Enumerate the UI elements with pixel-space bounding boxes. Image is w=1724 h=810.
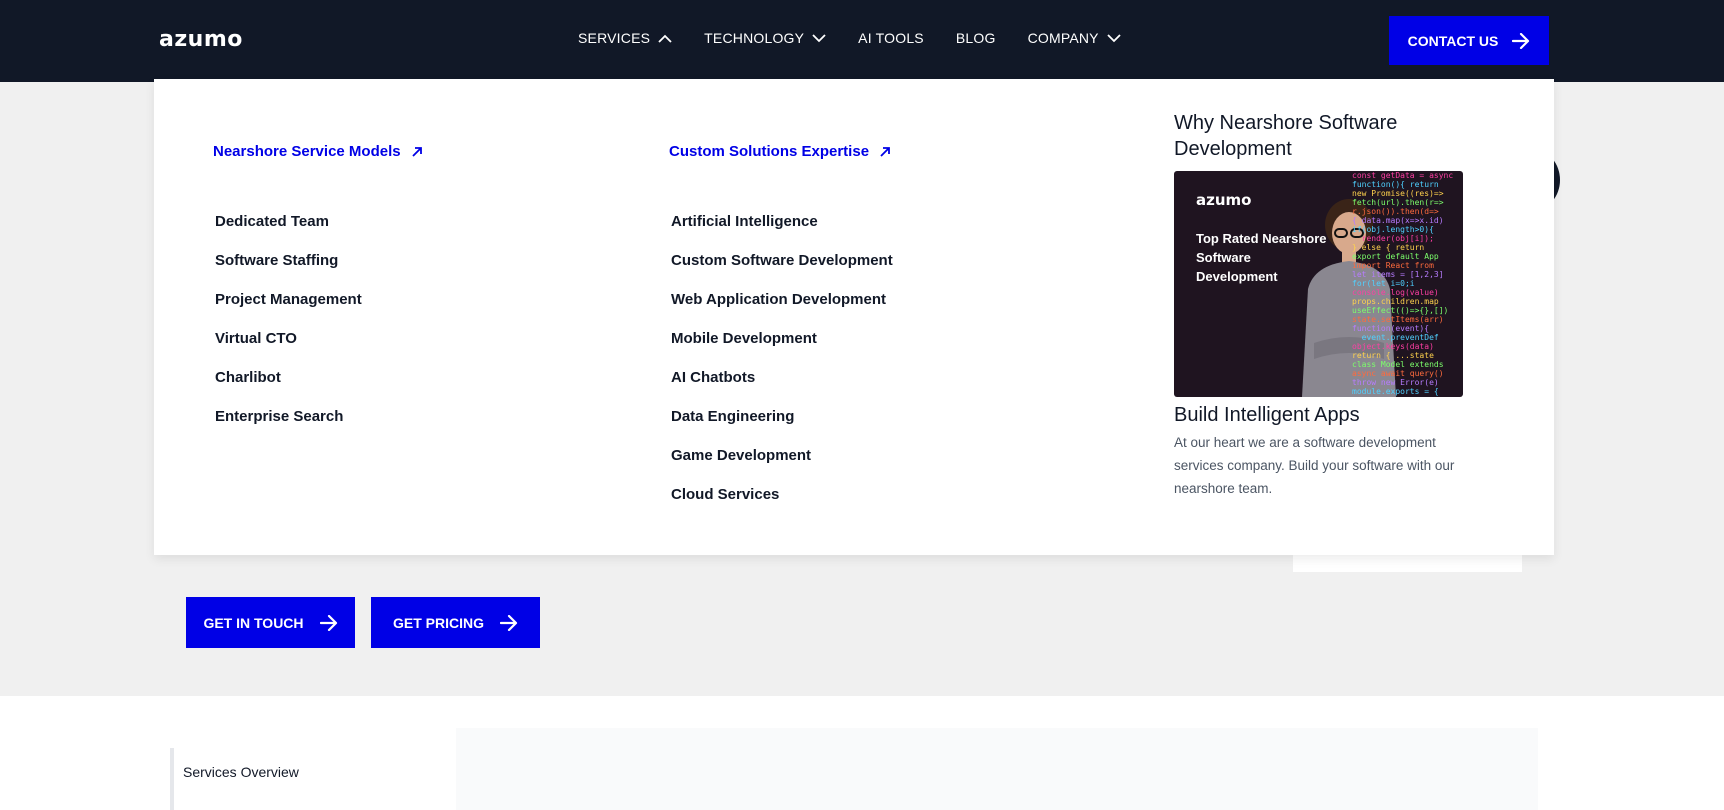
nav-blog[interactable]: BLOG [956, 30, 996, 46]
services-mega-menu: Nearshore Service Models Dedicated Team … [154, 79, 1554, 555]
nav-services-label: SERVICES [578, 30, 651, 46]
nav-technology-label: TECHNOLOGY [704, 30, 805, 46]
menu-item-ai-chatbots[interactable]: AI Chatbots [671, 369, 893, 408]
contact-us-button[interactable]: CONTACT US [1389, 16, 1549, 65]
content-panel [456, 728, 1538, 810]
build-intelligent-apps-heading: Build Intelligent Apps [1174, 404, 1360, 426]
sidebar-item-services-overview[interactable]: Services Overview [183, 764, 299, 780]
why-nearshore-heading: Why Nearshore Software Development [1174, 112, 1398, 160]
custom-solutions-list: Artificial Intelligence Custom Software … [671, 213, 893, 525]
menu-item-enterprise-search[interactable]: Enterprise Search [215, 408, 362, 447]
menu-item-artificial-intelligence[interactable]: Artificial Intelligence [671, 213, 893, 252]
get-in-touch-label: GET IN TOUCH [203, 614, 304, 631]
nav-technology[interactable]: TECHNOLOGY [704, 30, 826, 46]
arrow-right-icon [1512, 32, 1530, 49]
nearshore-service-models-link[interactable]: Nearshore Service Models [213, 143, 423, 160]
menu-item-virtual-cto[interactable]: Virtual CTO [215, 330, 362, 369]
nav-company-label: COMPANY [1027, 30, 1099, 46]
get-pricing-label: GET PRICING [392, 614, 484, 631]
get-in-touch-button[interactable]: GET IN TOUCH [186, 597, 355, 648]
arrow-right-icon [500, 614, 518, 631]
arrow-up-right-icon [411, 146, 422, 157]
menu-item-cloud-services[interactable]: Cloud Services [671, 486, 893, 525]
menu-item-project-management[interactable]: Project Management [215, 291, 362, 330]
sidebar-border [170, 748, 174, 810]
promo-image[interactable]: azumo Top Rated Nearshore Software Devel… [1174, 171, 1463, 397]
custom-solutions-expertise-label: Custom Solutions Expertise [669, 143, 870, 160]
get-pricing-button[interactable]: GET PRICING [371, 597, 540, 648]
top-navbar: azumo SERVICES TECHNOLOGY AI TOOLS BLOG … [0, 0, 1724, 82]
promo-logo: azumo [1196, 191, 1252, 209]
nav-company[interactable]: COMPANY [1028, 30, 1121, 46]
nav-blog-label: BLOG [955, 30, 996, 46]
custom-solutions-expertise-link[interactable]: Custom Solutions Expertise [669, 143, 891, 160]
nav-ai-tools-label: AI TOOLS [858, 30, 924, 46]
menu-item-dedicated-team[interactable]: Dedicated Team [215, 213, 362, 252]
menu-item-mobile-development[interactable]: Mobile Development [671, 330, 893, 369]
menu-item-custom-software-development[interactable]: Custom Software Development [671, 252, 893, 291]
menu-item-software-staffing[interactable]: Software Staffing [215, 252, 362, 291]
nearshore-service-models-label: Nearshore Service Models [213, 143, 401, 160]
arrow-up-right-icon [880, 146, 890, 157]
menu-item-game-development[interactable]: Game Development [671, 447, 893, 486]
arrow-right-icon [319, 614, 337, 631]
azumo-logo[interactable]: azumo [159, 27, 243, 52]
nearshore-service-list: Dedicated Team Software Staffing Project… [215, 213, 362, 447]
build-intelligent-apps-description: At our heart we are a software developme… [1174, 435, 1455, 496]
nav-ai-tools[interactable]: AI TOOLS [858, 30, 924, 46]
menu-item-web-application-development[interactable]: Web Application Development [671, 291, 893, 330]
main-nav: SERVICES TECHNOLOGY AI TOOLS BLOG COMPAN… [578, 30, 1153, 46]
code-background: const getData = async function(){ return… [1352, 171, 1454, 396]
menu-item-data-engineering[interactable]: Data Engineering [671, 408, 893, 447]
contact-us-label: CONTACT US [1407, 32, 1499, 49]
chevron-up-icon [658, 34, 672, 43]
chevron-down-icon [812, 33, 826, 42]
nav-services[interactable]: SERVICES [578, 30, 672, 46]
chevron-down-icon [1107, 33, 1121, 42]
menu-item-charlibot[interactable]: Charlibot [215, 369, 362, 408]
